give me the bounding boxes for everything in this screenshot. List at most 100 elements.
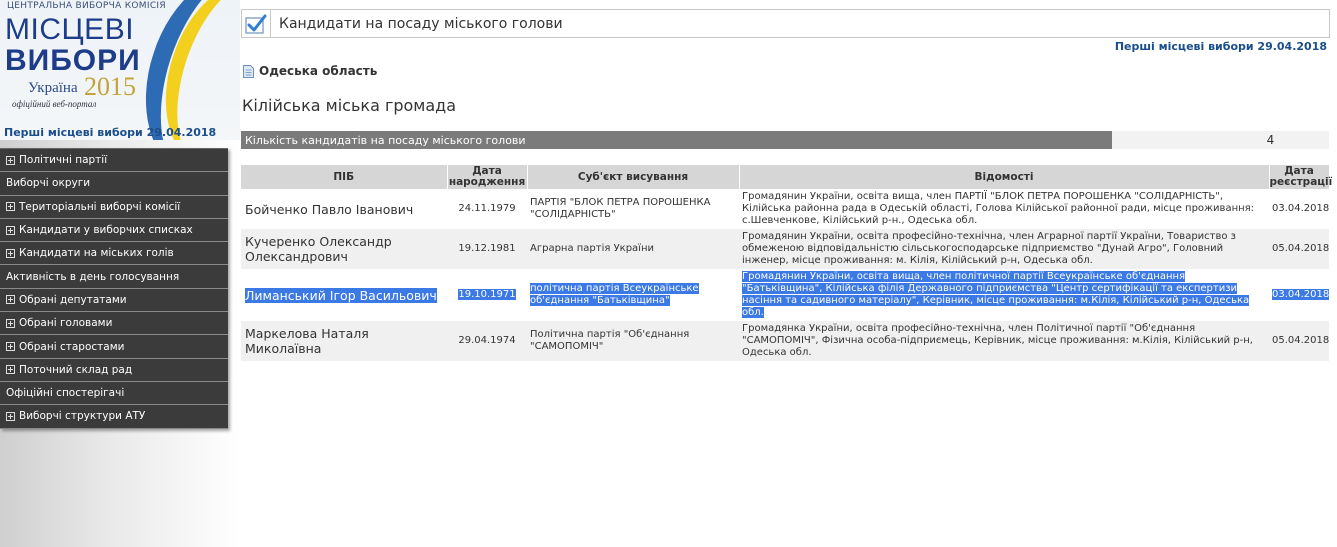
candidate-info: Громадянин України, освіта професійно-те…: [742, 231, 1236, 266]
expand-plus-icon[interactable]: [6, 365, 15, 375]
table-row: Маркелова Наталя Миколаївна 29.04.1974 Пол…: [241, 321, 1329, 361]
candidate-count-bar: Кількість кандидатів на посаду міського …: [241, 131, 1329, 149]
page-header: Кандидати на посаду міського голови: [241, 9, 1330, 38]
candidate-info-cell: Громадянин України, освіта вища, член по…: [739, 269, 1269, 321]
candidate-info: Громадянка України, освіта професійно-те…: [742, 323, 1253, 358]
candidate-birth-date: 19.10.1971: [458, 289, 516, 300]
table-row: Кучеренко Олександр Олександрович 19.12.1…: [241, 229, 1329, 269]
sidebar-menu-item[interactable]: Територіальні виборчі комісії: [0, 196, 228, 219]
expand-plus-icon[interactable]: [6, 225, 15, 235]
sidebar-menu-item[interactable]: Обрані депутатами: [0, 289, 228, 313]
sidebar-menu-item-label: Обрані старостами: [19, 340, 125, 353]
sidebar-menu-item-label: Виборчі структури АТУ: [19, 410, 146, 423]
document-icon: [243, 64, 254, 78]
candidate-registration-date: 03.04.2018: [1272, 289, 1330, 300]
table-row: Лиманський Ігор Васильович 19.10.1971 полі…: [241, 269, 1330, 321]
candidate-registration-date-cell: 03.04.2018: [1269, 189, 1329, 229]
candidate-info-cell: Громадянин України, освіта вища, член ПА…: [739, 189, 1269, 229]
sidebar-elections-link[interactable]: Перші місцеві вибори 29.04.2018: [4, 126, 216, 139]
logo-line-1: МІСЦЕВІ: [5, 13, 135, 46]
table-row: Бойченко Павло Іванович 24.11.1979 ПАРТІЯ …: [241, 189, 1329, 229]
candidate-registration-date: 05.04.2018: [1272, 243, 1330, 254]
column-header-info: Відомості: [739, 165, 1270, 189]
sidebar-menu-item[interactable]: Офіційні спостерігачі: [0, 382, 228, 406]
candidate-registration-date: 03.04.2018: [1272, 203, 1330, 214]
header-elections-link[interactable]: Перші місцеві вибори 29.04.2018: [1115, 40, 1327, 53]
expand-plus-icon[interactable]: [6, 318, 15, 328]
checkbox-icon: [242, 9, 271, 38]
expand-plus-icon[interactable]: [6, 411, 15, 421]
candidate-info: Громадянин України, освіта вища, член по…: [742, 271, 1250, 318]
sidebar-menu-item-label: Кандидати на міських голів: [19, 247, 174, 260]
sidebar-menu-item[interactable]: Обрані головами: [0, 312, 228, 336]
candidate-nominator: Аграрна партія України: [530, 243, 654, 254]
candidate-info-cell: Громадянка України, освіта професійно-те…: [739, 321, 1269, 361]
sidebar-menu-item-label: Кандидати у виборчих списках: [19, 224, 193, 237]
candidate-name-cell: Лиманський Ігор Васильович: [241, 269, 447, 321]
candidate-nominator-cell: політична партія Всеукраїнське об'єднанн…: [527, 269, 739, 321]
candidate-birth-date-cell: 24.11.1979: [447, 189, 527, 229]
logo-year: 2015: [84, 72, 136, 101]
sidebar-menu-item-label: Виборчі округи: [6, 177, 91, 190]
column-header-registration-date: Дата реєстрації: [1269, 165, 1333, 189]
community-name: Кілійська міська громада: [242, 96, 457, 115]
sidebar-menu: Політичні партії Виборчі округи Територіал…: [0, 148, 228, 429]
candidate-birth-date-cell: 19.12.1981: [447, 229, 527, 269]
candidate-birth-date: 19.12.1981: [458, 243, 516, 254]
expand-plus-icon[interactable]: [6, 202, 15, 212]
candidate-name-cell: Кучеренко Олександр Олександрович: [241, 229, 447, 269]
candidate-name: Кучеренко Олександр Олександрович: [245, 234, 392, 264]
sidebar-menu-item[interactable]: Виборчі структури АТУ: [0, 405, 228, 429]
expand-plus-icon[interactable]: [6, 248, 15, 258]
candidate-registration-date-cell: 05.04.2018: [1269, 229, 1329, 269]
candidate-name: Бойченко Павло Іванович: [245, 201, 414, 217]
candidate-nominator: політична партія Всеукраїнське об'єднанн…: [530, 283, 699, 306]
candidate-nominator: Політична партія "Об'єднання "САМОПОМІЧ": [530, 329, 690, 352]
sidebar-menu-item-label: Обрані депутатами: [19, 293, 127, 306]
column-header-nominator: Суб'єкт висування: [527, 165, 740, 189]
candidate-count-value: 4: [1112, 131, 1329, 149]
sidebar-menu-item-label: Активність в день голосування: [6, 270, 180, 283]
logo-top-text: ЦЕНТРАЛЬНА ВИБОРЧА КОМІСІЯ: [7, 1, 166, 11]
candidate-nominator-cell: Політична партія "Об'єднання "САМОПОМІЧ": [527, 321, 739, 361]
candidate-birth-date-cell: 29.04.1974: [447, 321, 527, 361]
sidebar-menu-item[interactable]: Кандидати на міських голів: [0, 242, 228, 266]
logo-subtitle: офіційний веб-портал: [12, 99, 97, 109]
sidebar-menu-item[interactable]: Кандидати у виборчих списках: [0, 219, 228, 243]
candidate-info: Громадянин України, освіта вища, член ПА…: [742, 191, 1255, 226]
sidebar-menu-item-label: Політичні партії: [19, 154, 108, 167]
candidate-nominator: ПАРТІЯ "БЛОК ПЕТРА ПОРОШЕНКА "СОЛІДАРНІС…: [530, 197, 711, 220]
candidate-registration-date: 05.04.2018: [1272, 335, 1330, 346]
candidate-name-cell: Маркелова Наталя Миколаївна: [241, 321, 447, 361]
candidate-birth-date: 24.11.1979: [458, 203, 516, 214]
expand-plus-icon[interactable]: [6, 155, 15, 165]
candidate-count-label: Кількість кандидатів на посаду міського …: [241, 131, 1112, 149]
left-column: ЦЕНТРАЛЬНА ВИБОРЧА КОМІСІЯ МІСЦЕВІ ВИБОР…: [0, 0, 240, 547]
sidebar-menu-item-label: Поточний склад рад: [19, 363, 133, 376]
candidate-info-cell: Громадянин України, освіта професійно-те…: [739, 229, 1269, 269]
elections-logo[interactable]: ЦЕНТРАЛЬНА ВИБОРЧА КОМІСІЯ МІСЦЕВІ ВИБОР…: [0, 0, 240, 140]
candidate-birth-date-cell: 19.10.1971: [447, 269, 527, 321]
sidebar-menu-item[interactable]: Виборчі округи: [0, 172, 228, 196]
candidate-nominator-cell: ПАРТІЯ "БЛОК ПЕТРА ПОРОШЕНКА "СОЛІДАРНІС…: [527, 189, 739, 229]
candidate-registration-date-cell: 03.04.2018: [1269, 269, 1330, 321]
candidate-nominator-cell: Аграрна партія України: [527, 229, 739, 269]
table-header-row: ПІБ Дата народження Суб'єкт висування Ві…: [241, 165, 1333, 189]
candidate-name-cell: Бойченко Павло Іванович: [241, 189, 447, 229]
sidebar-menu-item[interactable]: Активність в день голосування: [0, 265, 228, 289]
sidebar-menu-item[interactable]: Політичні партії: [0, 149, 228, 173]
region-name: Одеська область: [259, 64, 378, 78]
page-title: Кандидати на посаду міського голови: [279, 15, 563, 32]
expand-plus-icon[interactable]: [6, 342, 15, 352]
sidebar-menu-item-label: Офіційні спостерігачі: [6, 387, 125, 400]
column-header-name: ПІБ: [241, 165, 448, 189]
candidate-name: Маркелова Наталя Миколаївна: [245, 326, 369, 356]
sidebar-menu-item[interactable]: Обрані старостами: [0, 335, 228, 359]
expand-plus-icon[interactable]: [6, 295, 15, 305]
logo-country: Україна: [28, 80, 78, 96]
candidate-registration-date-cell: 05.04.2018: [1269, 321, 1329, 361]
column-header-birth-date: Дата народження: [447, 165, 528, 189]
candidate-name: Лиманський Ігор Васильович: [245, 287, 437, 303]
region-heading: Одеська область: [243, 64, 377, 78]
sidebar-menu-item[interactable]: Поточний склад рад: [0, 359, 228, 382]
